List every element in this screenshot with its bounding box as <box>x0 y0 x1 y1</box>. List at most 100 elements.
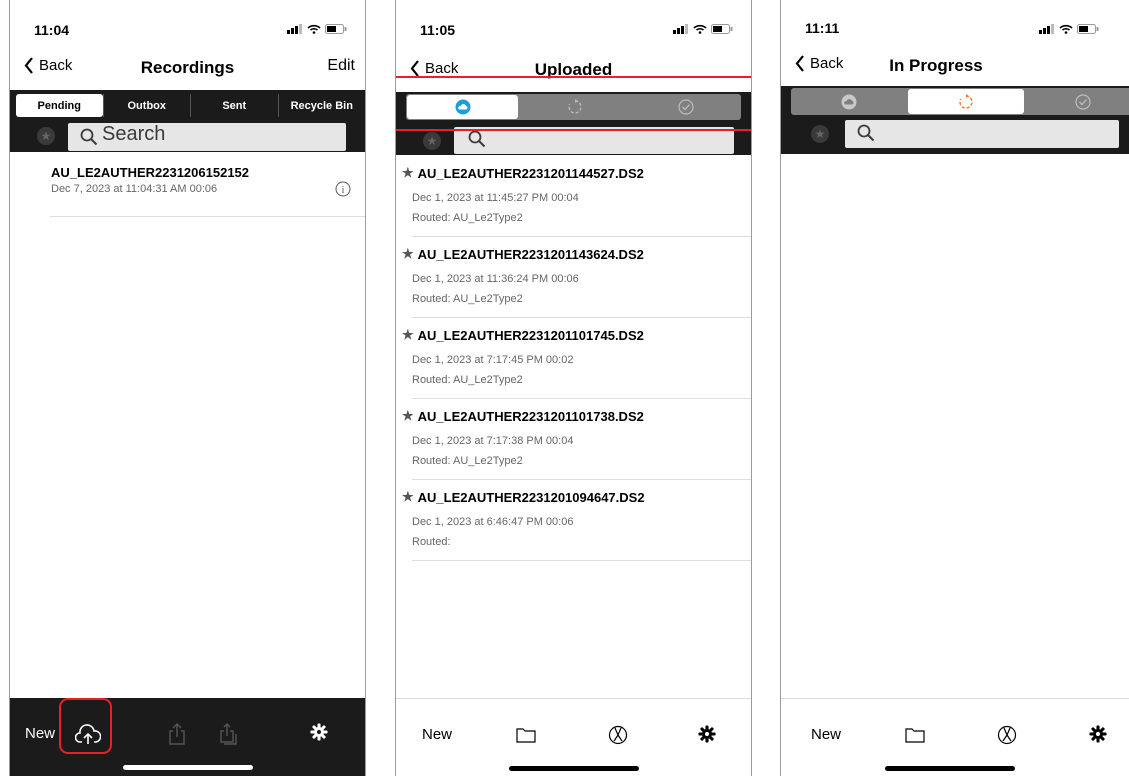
list-item[interactable]: ★ AU_LE2AUTHER2231201144527.DS2 Dec 1, 20… <box>402 156 751 237</box>
back-button[interactable]: Back <box>24 57 72 74</box>
tab-pending[interactable]: Pending <box>16 94 103 117</box>
status-bar: 11:04 <box>10 0 365 38</box>
favorite-filter-icon[interactable]: ★ <box>423 132 441 150</box>
recording-title: ★ AU_LE2AUTHER2231201094647.DS2 <box>402 489 645 505</box>
home-indicator <box>885 766 1015 771</box>
nav-bar: Back Recordings Edit <box>10 54 365 86</box>
battery-icon <box>325 24 347 34</box>
search-input[interactable] <box>454 127 734 154</box>
recording-routed: Routed: AU_Le2Type2 <box>412 455 523 467</box>
star-icon: ★ <box>402 489 414 504</box>
list-item[interactable]: AU_LE2AUTHER2231206152152 Dec 7, 2023 at… <box>50 158 365 217</box>
search-input[interactable] <box>845 120 1119 148</box>
status-bar: 11:05 <box>396 0 751 38</box>
highlight-box <box>396 76 751 131</box>
recording-meta: Dec 1, 2023 at 6:46:47 PM 00:06 <box>412 516 574 528</box>
status-time: 11:04 <box>34 22 70 38</box>
screen-recordings: 11:04 Back Recordings Edit Pending Outbo… <box>9 0 366 776</box>
list-item[interactable]: ★ AU_LE2AUTHER2231201101738.DS2 Dec 1, 20… <box>402 399 751 480</box>
settings-icon[interactable] <box>310 723 328 741</box>
recording-name: AU_LE2AUTHER2231206152152 <box>51 165 250 180</box>
star-icon: ★ <box>402 408 414 423</box>
recording-meta: Dec 1, 2023 at 7:17:45 PM 00:02 <box>412 354 574 366</box>
status-icons <box>287 24 347 34</box>
chevron-left-icon <box>410 60 419 77</box>
settings-icon[interactable] <box>1089 725 1107 743</box>
segment-in-progress[interactable] <box>908 89 1024 114</box>
recording-meta: Dec 1, 2023 at 7:17:38 PM 00:04 <box>412 435 574 447</box>
share-icon[interactable] <box>168 723 186 745</box>
home-indicator <box>508 766 639 771</box>
status-icons <box>1039 24 1099 34</box>
folder-icon[interactable] <box>516 727 536 743</box>
status-time: 11:11 <box>805 20 840 36</box>
back-button[interactable]: Back <box>795 55 843 72</box>
screen-uploaded: 11:05 Back Uploaded ★ ★ AU_LE2AUTHER2231… <box>395 0 752 776</box>
toolbar: New <box>781 698 1129 776</box>
search-input[interactable]: Search <box>68 123 346 151</box>
folder-icon[interactable] <box>905 727 925 743</box>
new-button[interactable]: New <box>25 725 55 742</box>
chevron-left-icon <box>795 55 804 72</box>
tab-sent[interactable]: Sent <box>190 94 278 117</box>
edit-button[interactable]: Edit <box>327 57 355 75</box>
recording-routed: Routed: AU_Le2Type2 <box>412 212 523 224</box>
tab-outbox[interactable]: Outbox <box>102 94 191 117</box>
search-placeholder: Search <box>102 123 166 145</box>
tab-recycle-bin[interactable]: Recycle Bin <box>277 94 366 117</box>
status-time: 11:05 <box>420 22 456 38</box>
favorite-filter-icon[interactable]: ★ <box>37 127 55 145</box>
segment-completed[interactable] <box>1025 88 1129 115</box>
info-icon[interactable]: i <box>335 181 351 197</box>
list-item[interactable]: ★ AU_LE2AUTHER2231201143624.DS2 Dec 1, 20… <box>402 237 751 318</box>
back-label: Back <box>810 55 844 72</box>
status-icons <box>673 24 733 34</box>
filter-band: ★ <box>781 86 1129 154</box>
recording-title: ★ AU_LE2AUTHER2231201101745.DS2 <box>402 327 644 343</box>
share-multiple-icon[interactable] <box>219 723 239 745</box>
battery-icon <box>1077 24 1099 34</box>
uploaded-list: ★ AU_LE2AUTHER2231201144527.DS2 Dec 1, 20… <box>396 156 751 561</box>
dictation-icon[interactable] <box>608 725 628 745</box>
status-bar: 11:11 <box>781 0 1129 36</box>
recording-meta: Dec 1, 2023 at 11:45:27 PM 00:04 <box>412 192 579 204</box>
back-label: Back <box>425 60 459 77</box>
list-item[interactable]: ★ AU_LE2AUTHER2231201094647.DS2 Dec 1, 20… <box>402 480 751 561</box>
new-button[interactable]: New <box>811 726 841 743</box>
search-icon <box>468 130 486 148</box>
recording-name: AU_LE2AUTHER2231201094647.DS2 <box>417 489 645 505</box>
star-icon: ★ <box>402 246 414 261</box>
recording-title: ★ AU_LE2AUTHER2231201143624.DS2 <box>402 246 644 262</box>
in-progress-icon <box>959 93 973 109</box>
home-indicator <box>122 765 253 770</box>
list-item[interactable]: ★ AU_LE2AUTHER2231201101745.DS2 Dec 1, 20… <box>402 318 751 399</box>
recording-title: ★ AU_LE2AUTHER2231201101738.DS2 <box>402 408 644 424</box>
cloud-icon <box>841 94 857 109</box>
recording-routed: Routed: AU_Le2Type2 <box>412 374 523 386</box>
nav-bar: Back In Progress <box>781 52 1129 84</box>
search-icon <box>857 124 875 142</box>
star-icon: ★ <box>402 327 414 342</box>
filter-band: Pending Outbox Sent Recycle Bin ★ Search <box>10 90 365 152</box>
recording-title: ★ AU_LE2AUTHER2231201144527.DS2 <box>402 165 644 181</box>
toolbar: New <box>396 698 751 776</box>
settings-icon[interactable] <box>698 725 716 743</box>
recording-name: AU_LE2AUTHER2231201143624.DS2 <box>417 246 644 262</box>
recording-name: AU_LE2AUTHER2231201101745.DS2 <box>417 327 644 343</box>
recording-routed: Routed: AU_Le2Type2 <box>412 293 523 305</box>
star-icon: ★ <box>402 165 414 180</box>
back-button[interactable]: Back <box>410 60 458 77</box>
signal-icon <box>673 24 688 34</box>
wifi-icon <box>693 24 707 34</box>
new-button[interactable]: New <box>422 726 452 743</box>
svg-text:i: i <box>342 185 345 196</box>
highlight-box <box>59 698 112 754</box>
screen-in-progress: 11:11 Back In Progress ★ New <box>780 0 1129 776</box>
status-segments <box>791 88 1129 115</box>
folder-tabs: Pending Outbox Sent Recycle Bin <box>16 94 365 117</box>
segment-uploaded[interactable] <box>791 88 907 115</box>
search-icon <box>80 128 98 146</box>
dictation-icon[interactable] <box>997 725 1017 745</box>
back-label: Back <box>39 57 73 74</box>
favorite-filter-icon[interactable]: ★ <box>811 125 829 143</box>
